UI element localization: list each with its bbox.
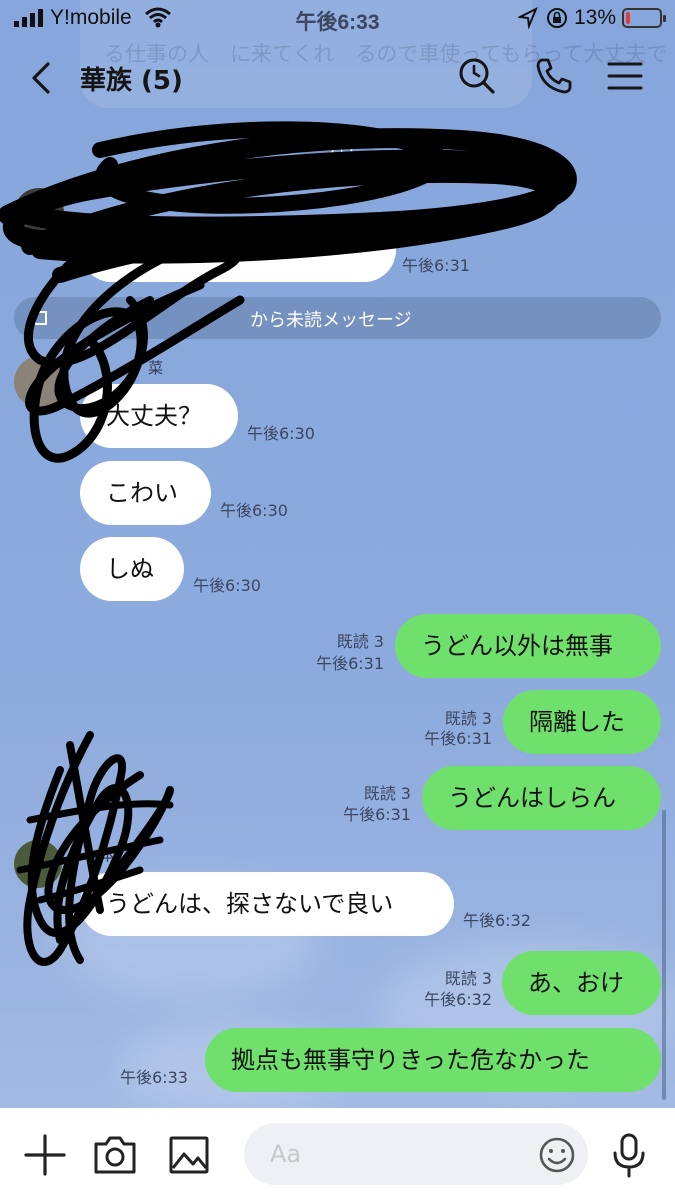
incoming-message-bubble[interactable]: 車使います。 (80, 218, 396, 282)
avatar[interactable] (14, 188, 64, 238)
read-receipt: 既読 3 (336, 632, 384, 651)
outgoing-message-bubble[interactable]: うどんはしらん (422, 766, 661, 830)
outgoing-message-bubble[interactable]: 拠点も無事守りきった危なかった (205, 1028, 661, 1092)
microphone-icon[interactable] (604, 1130, 654, 1180)
message-input-bar (0, 1108, 675, 1200)
outgoing-message-bubble[interactable]: 隔離した (503, 690, 661, 754)
emoji-icon[interactable] (532, 1130, 582, 1180)
chat-screen: る仕事の人 に来てくれ るので車使ってもらって大丈夫で Y!mobile 午後6… (0, 0, 675, 1200)
sender-name: 菜 (148, 359, 164, 377)
status-bar: Y!mobile 午後6:33 13% (0, 0, 675, 38)
message-time: 午後6:30 (220, 501, 288, 520)
message-time: 午後6:32 (424, 990, 492, 1009)
battery-icon (622, 8, 666, 28)
incoming-message-bubble[interactable]: 大丈夫？ (80, 384, 238, 448)
chevron-left-icon[interactable] (24, 56, 64, 100)
battery-percentage: 13% (574, 6, 617, 29)
battery-level (626, 12, 630, 24)
incoming-message-bubble[interactable]: しぬ (80, 537, 184, 601)
outgoing-message-bubble[interactable]: うどん以外は無事 (395, 614, 661, 678)
image-icon[interactable] (164, 1130, 214, 1180)
previous-message-text: る仕事の人 に来てくれ るので車使ってもらって大丈夫で (104, 42, 668, 66)
location-arrow-icon (518, 7, 538, 29)
message-time: 午後6:31 (316, 654, 384, 673)
message-time: 午後6:31 (343, 805, 411, 824)
phone-icon[interactable] (532, 54, 576, 98)
outgoing-message-bubble[interactable]: あ、おけ (502, 951, 661, 1015)
chat-room-title[interactable]: 華族 (5) (80, 60, 183, 97)
unread-divider-label: から未読メッセージ (250, 310, 412, 331)
message-time: 午後6:31 (424, 729, 492, 748)
tag-icon (28, 311, 47, 325)
avatar[interactable] (14, 356, 66, 408)
message-time: 午後6:30 (193, 576, 261, 595)
sender-name: 本 (100, 846, 116, 864)
avatar[interactable] (14, 840, 62, 888)
message-time: 午後6:32 (463, 911, 531, 930)
orientation-lock-icon (547, 8, 567, 28)
menu-icon[interactable] (603, 54, 647, 98)
message-time: 午後6:31 (402, 256, 470, 275)
message-time: 午後6:30 (247, 424, 315, 443)
message-time: 午後6:33 (120, 1068, 188, 1087)
incoming-message-bubble[interactable]: うどんは、探さないで良い (80, 872, 454, 936)
camera-icon[interactable] (90, 1130, 140, 1180)
date-separator: 今日 (303, 129, 373, 169)
scrollbar[interactable] (662, 810, 666, 1100)
plus-icon[interactable] (20, 1130, 70, 1180)
search-icon[interactable] (455, 54, 499, 98)
incoming-message-bubble[interactable]: こわい (80, 461, 211, 525)
